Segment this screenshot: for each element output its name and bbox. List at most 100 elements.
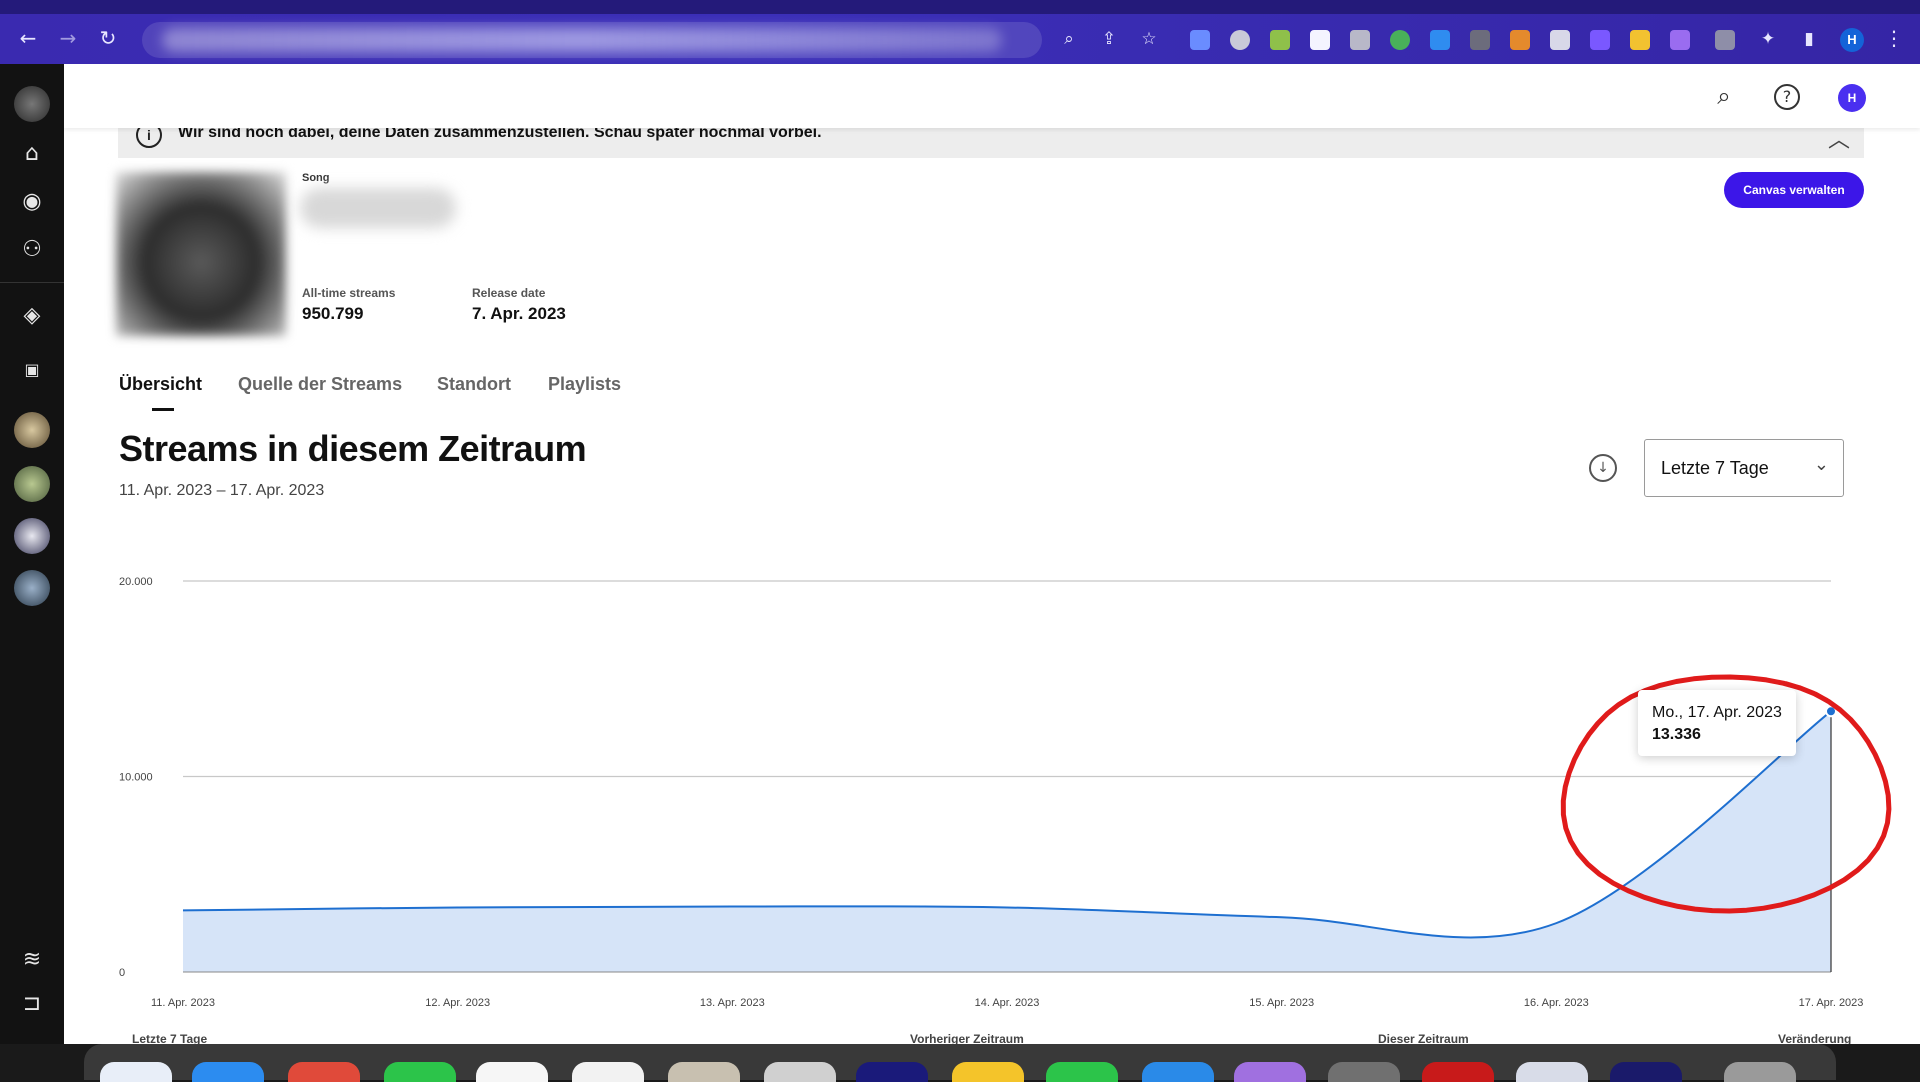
campaigns-icon[interactable]: ◈ bbox=[18, 302, 46, 330]
reload-icon[interactable]: ↻ bbox=[96, 26, 120, 50]
song-type-label: Song bbox=[302, 172, 330, 184]
team-avatar[interactable] bbox=[14, 412, 50, 448]
app-header: ⌕ ? H bbox=[64, 64, 1920, 128]
releases-icon[interactable]: ◉ bbox=[18, 188, 46, 216]
tab-overview[interactable]: Übersicht bbox=[119, 374, 202, 395]
tab-location[interactable]: Standort bbox=[437, 374, 511, 395]
comparison-label-change: Veränderung bbox=[1778, 1032, 1851, 1044]
team-avatar[interactable] bbox=[14, 518, 50, 554]
tooltip-value: 13.336 bbox=[1652, 726, 1701, 744]
team-avatar[interactable] bbox=[14, 466, 50, 502]
extension-icon[interactable] bbox=[1390, 30, 1410, 50]
song-artwork bbox=[116, 172, 286, 336]
release-date-value: 7. Apr. 2023 bbox=[472, 304, 566, 324]
label-icon[interactable]: ▣ bbox=[18, 356, 46, 384]
comparison-label-previous: Vorheriger Zeitraum bbox=[910, 1032, 1024, 1044]
dock-app-icon[interactable] bbox=[1328, 1062, 1400, 1082]
search-icon[interactable]: ⌕ bbox=[1710, 82, 1738, 110]
extension-icon[interactable] bbox=[1670, 30, 1690, 50]
home-icon[interactable]: ⌂ bbox=[18, 140, 46, 168]
address-bar[interactable] bbox=[142, 22, 1042, 58]
extension-icon[interactable] bbox=[1470, 30, 1490, 50]
comparison-label-current: Dieser Zeitraum bbox=[1378, 1032, 1469, 1044]
dock-app-icon[interactable] bbox=[288, 1062, 360, 1082]
extensions-puzzle-icon[interactable]: ✦ bbox=[1757, 28, 1779, 50]
x-tick-label: 15. Apr. 2023 bbox=[1249, 997, 1314, 1009]
dock-app-icon[interactable] bbox=[572, 1062, 644, 1082]
active-tab-indicator bbox=[152, 408, 174, 411]
dock-app-icon[interactable] bbox=[764, 1062, 836, 1082]
extension-icon[interactable] bbox=[1550, 30, 1570, 50]
dock-app-icon[interactable] bbox=[192, 1062, 264, 1082]
date-range: 11. Apr. 2023 – 17. Apr. 2023 bbox=[119, 482, 324, 500]
dock-app-icon[interactable] bbox=[668, 1062, 740, 1082]
extension-icon[interactable] bbox=[1190, 30, 1210, 50]
release-date-label: Release date bbox=[472, 286, 545, 300]
extension-icon[interactable] bbox=[1230, 30, 1250, 50]
highlight-point bbox=[1826, 706, 1836, 716]
x-tick-label: 11. Apr. 2023 bbox=[151, 997, 215, 1009]
artist-avatar[interactable] bbox=[14, 86, 50, 122]
all-time-streams-label: All-time streams bbox=[302, 286, 395, 300]
dock-app-icon[interactable] bbox=[1234, 1062, 1306, 1082]
extension-icon[interactable] bbox=[1510, 30, 1530, 50]
dock-app-icon[interactable] bbox=[384, 1062, 456, 1082]
redacted-url bbox=[162, 28, 1002, 52]
all-time-streams-value: 950.799 bbox=[302, 304, 363, 324]
dock-app-icon[interactable] bbox=[476, 1062, 548, 1082]
dock-app-icon[interactable] bbox=[1610, 1062, 1682, 1082]
extension-icon[interactable] bbox=[1630, 30, 1650, 50]
macos-dock bbox=[84, 1044, 1836, 1080]
sidebar-divider bbox=[0, 282, 64, 283]
user-avatar[interactable]: H bbox=[1838, 84, 1866, 112]
extension-icon[interactable] bbox=[1590, 30, 1610, 50]
extension-icon[interactable] bbox=[1715, 30, 1735, 50]
y-tick-label: 0 bbox=[119, 967, 125, 979]
zoom-icon[interactable]: ⌕ bbox=[1058, 28, 1080, 50]
team-avatar[interactable] bbox=[14, 570, 50, 606]
period-selected-value: Letzte 7 Tage bbox=[1661, 458, 1769, 479]
manage-canvas-button[interactable]: Canvas verwalten bbox=[1724, 172, 1864, 208]
comparison-label-period: Letzte 7 Tage bbox=[132, 1032, 207, 1044]
x-tick-label: 13. Apr. 2023 bbox=[700, 997, 765, 1009]
tab-strip bbox=[0, 0, 1920, 14]
bookmark-star-icon[interactable]: ☆ bbox=[1138, 28, 1160, 50]
dock-app-icon[interactable] bbox=[856, 1062, 928, 1082]
help-icon[interactable]: ? bbox=[1774, 84, 1800, 110]
extension-icon[interactable] bbox=[1270, 30, 1290, 50]
dock-app-icon[interactable] bbox=[1422, 1062, 1494, 1082]
redacted-song-title bbox=[300, 188, 456, 228]
extension-icon[interactable] bbox=[1430, 30, 1450, 50]
main-content: ⌕ ? H i Wir sind noch dabei, deine Daten… bbox=[64, 64, 1920, 1044]
tab-playlists[interactable]: Playlists bbox=[548, 374, 621, 395]
extension-icon[interactable] bbox=[1350, 30, 1370, 50]
share-icon[interactable]: ⇪ bbox=[1098, 28, 1120, 50]
extension-icon[interactable] bbox=[1310, 30, 1330, 50]
x-tick-label: 17. Apr. 2023 bbox=[1799, 997, 1864, 1009]
browser-profile-avatar[interactable]: H bbox=[1840, 28, 1864, 52]
dock-app-icon[interactable] bbox=[100, 1062, 172, 1082]
x-tick-label: 16. Apr. 2023 bbox=[1524, 997, 1589, 1009]
forward-icon[interactable]: → bbox=[56, 26, 80, 50]
browser-toolbar: ← → ↻ ⌕ ⇪ ☆ ✦ ▮ H ⋮ bbox=[0, 0, 1920, 64]
chart-tooltip: Mo., 17. Apr. 2023 13.336 bbox=[1638, 690, 1796, 756]
app-sidebar: ⌂ ◉ ⚇ ◈ ▣ ≋ ⊐ bbox=[0, 64, 64, 1044]
dock-app-icon[interactable] bbox=[1142, 1062, 1214, 1082]
back-icon[interactable]: ← bbox=[16, 26, 40, 50]
dock-app-icon[interactable] bbox=[952, 1062, 1024, 1082]
series-line bbox=[183, 711, 1831, 937]
x-tick-label: 12. Apr. 2023 bbox=[425, 997, 490, 1009]
series-area bbox=[183, 711, 1831, 972]
tab-stream-sources[interactable]: Quelle der Streams bbox=[238, 374, 402, 395]
chevron-down-icon: ⌄ bbox=[1814, 454, 1829, 475]
period-select[interactable]: Letzte 7 Tage ⌄ bbox=[1644, 439, 1844, 497]
spotify-icon[interactable]: ≋ bbox=[18, 946, 46, 974]
dock-app-icon[interactable] bbox=[1046, 1062, 1118, 1082]
dock-app-icon[interactable] bbox=[1724, 1062, 1796, 1082]
dock-app-icon[interactable] bbox=[1516, 1062, 1588, 1082]
audience-icon[interactable]: ⚇ bbox=[18, 236, 46, 264]
side-panel-icon[interactable]: ▮ bbox=[1798, 28, 1820, 50]
collapse-sidebar-icon[interactable]: ⊐ bbox=[18, 990, 46, 1018]
download-icon[interactable]: ↓ bbox=[1589, 454, 1617, 482]
browser-menu-icon[interactable]: ⋮ bbox=[1884, 26, 1904, 50]
